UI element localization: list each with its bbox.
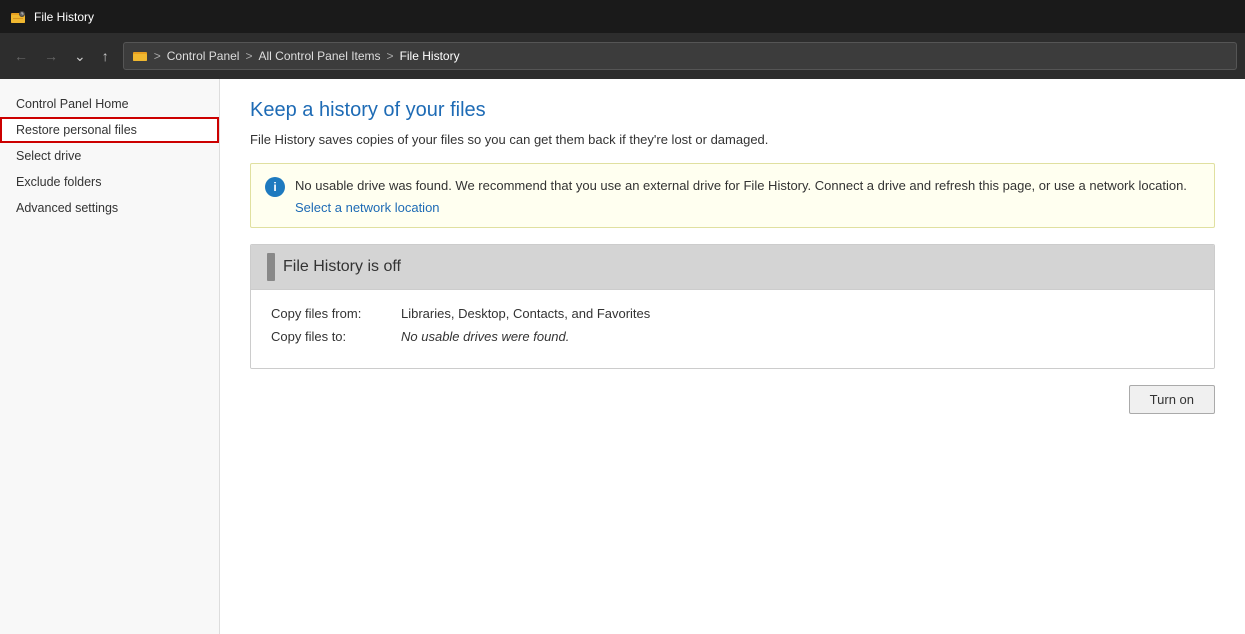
copy-from-row: Copy files from: Libraries, Desktop, Con… xyxy=(271,306,1194,321)
back-button[interactable]: ← xyxy=(8,44,34,68)
sep3: > xyxy=(387,49,394,63)
title-bar: File History xyxy=(0,0,1245,33)
sidebar-item-exclude-folders[interactable]: Exclude folders xyxy=(0,169,219,195)
content-area: Keep a history of your files File Histor… xyxy=(220,79,1245,634)
warning-content: No usable drive was found. We recommend … xyxy=(295,176,1187,215)
status-body: Copy files from: Libraries, Desktop, Con… xyxy=(251,290,1214,368)
title-bar-text: File History xyxy=(34,10,94,24)
sidebar-item-restore-personal-files[interactable]: Restore personal files xyxy=(0,117,219,143)
breadcrumb-file-history[interactable]: File History xyxy=(400,49,460,63)
page-subtitle: File History saves copies of your files … xyxy=(250,132,1215,147)
network-location-link[interactable]: Select a network location xyxy=(295,200,1187,215)
address-bar[interactable]: > Control Panel > All Control Panel Item… xyxy=(123,42,1237,70)
nav-bar: ← → ⌄ ↑ > Control Panel > All Control Pa… xyxy=(0,33,1245,79)
copy-from-label: Copy files from: xyxy=(271,306,401,321)
sidebar: Control Panel Home Restore personal file… xyxy=(0,79,220,634)
turn-on-button[interactable]: Turn on xyxy=(1129,385,1215,414)
app-icon xyxy=(10,9,26,25)
forward-button[interactable]: → xyxy=(38,44,64,68)
copy-to-row: Copy files to: No usable drives were fou… xyxy=(271,329,1194,344)
copy-to-value: No usable drives were found. xyxy=(401,329,569,344)
warning-box: i No usable drive was found. We recommen… xyxy=(250,163,1215,228)
breadcrumb-all-items[interactable]: All Control Panel Items xyxy=(258,49,380,63)
page-title: Keep a history of your files xyxy=(250,99,1215,122)
status-title: File History is off xyxy=(283,258,401,276)
copy-from-value: Libraries, Desktop, Contacts, and Favori… xyxy=(401,306,650,321)
sidebar-item-advanced-settings[interactable]: Advanced settings xyxy=(0,195,219,221)
sidebar-item-control-panel-home[interactable]: Control Panel Home xyxy=(0,91,219,117)
breadcrumb-control-panel[interactable]: Control Panel xyxy=(167,49,240,63)
sep2: > xyxy=(245,49,252,63)
warning-message: No usable drive was found. We recommend … xyxy=(295,178,1187,193)
main-layout: Control Panel Home Restore personal file… xyxy=(0,79,1245,634)
sidebar-item-select-drive[interactable]: Select drive xyxy=(0,143,219,169)
sep1: > xyxy=(154,49,161,63)
info-icon: i xyxy=(265,177,285,197)
dropdown-button[interactable]: ⌄ xyxy=(68,44,92,69)
status-bar-icon xyxy=(267,253,275,281)
up-button[interactable]: ↑ xyxy=(96,44,115,68)
copy-to-label: Copy files to: xyxy=(271,329,401,344)
status-header: File History is off xyxy=(251,245,1214,290)
address-folder-icon xyxy=(132,48,148,64)
status-panel: File History is off Copy files from: Lib… xyxy=(250,244,1215,369)
button-row: Turn on xyxy=(250,385,1215,414)
